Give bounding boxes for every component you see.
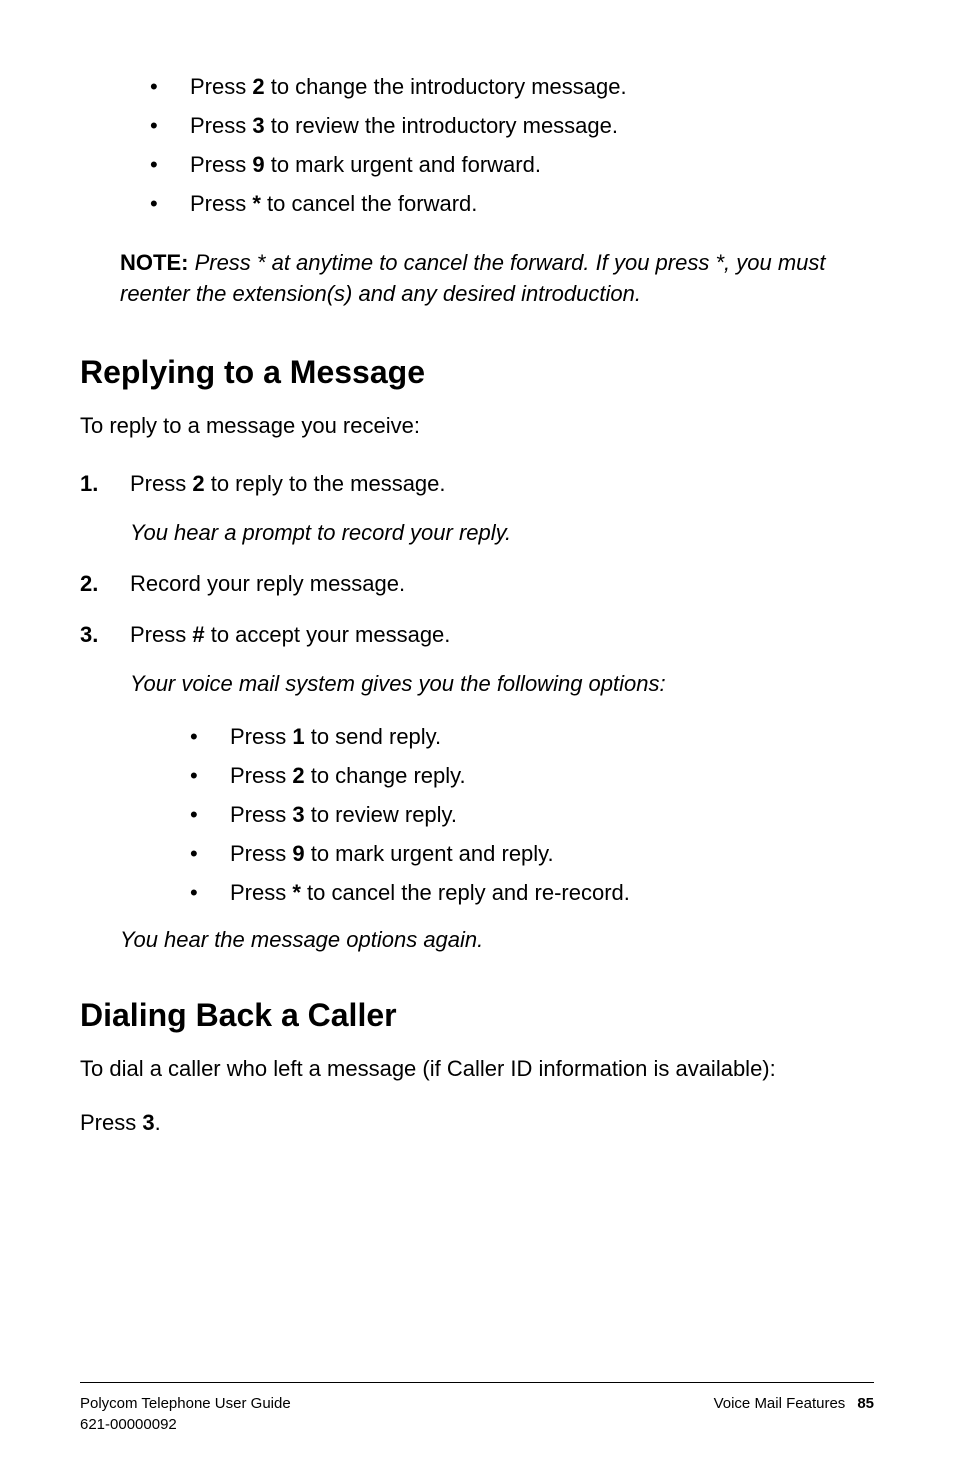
bullet-prefix: Press (230, 841, 292, 866)
step-italic: You hear a prompt to record your reply. (130, 516, 874, 549)
list-item: Press 1 to send reply. (190, 720, 874, 753)
list-item: 1. Press 2 to reply to the message. You … (80, 467, 874, 549)
bullet-key: 9 (252, 152, 264, 177)
list-item: Press * to cancel the forward. (150, 187, 874, 220)
list-item: Press 9 to mark urgent and reply. (190, 837, 874, 870)
footer-doc-number: 621-00000092 (80, 1414, 291, 1435)
list-item: Press 2 to change reply. (190, 759, 874, 792)
bullet-prefix: Press (230, 724, 292, 749)
bullet-key: 1 (292, 724, 304, 749)
list-item: Press 2 to change the introductory messa… (150, 70, 874, 103)
body-suffix: . (155, 1110, 161, 1135)
step-suffix: to accept your message. (205, 622, 451, 647)
bullet-prefix: Press (230, 802, 292, 827)
step-number: 1. (80, 467, 98, 500)
section-heading-replying: Replying to a Message (80, 354, 874, 391)
bullet-prefix: Press (190, 113, 252, 138)
section-heading-dialing: Dialing Back a Caller (80, 997, 874, 1034)
top-bullet-list: Press 2 to change the introductory messa… (150, 70, 874, 220)
bullet-key: * (252, 191, 261, 216)
bullet-suffix: to change reply. (305, 763, 466, 788)
list-item: Press 3 to review the introductory messa… (150, 109, 874, 142)
bullet-suffix: to send reply. (305, 724, 442, 749)
step-number: 3. (80, 618, 98, 651)
press-3-line: Press 3. (80, 1110, 874, 1136)
bullet-key: 9 (292, 841, 304, 866)
body-key: 3 (142, 1110, 154, 1135)
footer-page-number: 85 (857, 1395, 874, 1412)
bullet-prefix: Press (190, 152, 252, 177)
after-bullets-italic: You hear the message options again. (120, 927, 874, 953)
note-block: NOTE: Press * at anytime to cancel the f… (120, 248, 874, 310)
page-footer: Polycom Telephone User Guide 621-0000009… (80, 1382, 874, 1435)
step-italic: Your voice mail system gives you the fol… (130, 667, 874, 700)
list-item: Press 9 to mark urgent and forward. (150, 148, 874, 181)
step-text: Record your reply message. (130, 571, 405, 596)
bullet-key: 3 (252, 113, 264, 138)
reply-options-list: Press 1 to send reply. Press 2 to change… (190, 720, 874, 909)
body-prefix: Press (80, 1110, 142, 1135)
footer-chapter: Voice Mail Features (714, 1395, 846, 1412)
bullet-prefix: Press (230, 880, 292, 905)
step-prefix: Press (130, 471, 192, 496)
bullet-suffix: to mark urgent and reply. (305, 841, 554, 866)
bullet-suffix: to cancel the reply and re-record. (301, 880, 630, 905)
note-body: Press * at anytime to cancel the forward… (120, 250, 826, 306)
step-number: 2. (80, 567, 98, 600)
footer-right: Voice Mail Features 85 (714, 1393, 874, 1435)
list-item: Press * to cancel the reply and re-recor… (190, 876, 874, 909)
bullet-suffix: to mark urgent and forward. (265, 152, 541, 177)
step-key: 2 (192, 471, 204, 496)
list-item: 3. Press # to accept your message. Your … (80, 618, 874, 909)
step-key: # (192, 622, 204, 647)
bullet-suffix: to cancel the forward. (261, 191, 477, 216)
list-item: 2. Record your reply message. (80, 567, 874, 600)
step-prefix: Press (130, 622, 192, 647)
bullet-suffix: to change the introductory message. (265, 74, 627, 99)
bullet-key: 2 (252, 74, 264, 99)
footer-left: Polycom Telephone User Guide 621-0000009… (80, 1393, 291, 1435)
bullet-prefix: Press (190, 191, 252, 216)
bullet-key: 3 (292, 802, 304, 827)
bullet-key: * (292, 880, 301, 905)
reply-steps-list: 1. Press 2 to reply to the message. You … (80, 467, 874, 909)
bullet-suffix: to review the introductory message. (265, 113, 618, 138)
bullet-prefix: Press (190, 74, 252, 99)
bullet-key: 2 (292, 763, 304, 788)
list-item: Press 3 to review reply. (190, 798, 874, 831)
note-label: NOTE: (120, 250, 188, 275)
bullet-prefix: Press (230, 763, 292, 788)
footer-guide-title: Polycom Telephone User Guide (80, 1393, 291, 1414)
section-intro: To reply to a message you receive: (80, 413, 874, 439)
section-intro: To dial a caller who left a message (if … (80, 1056, 874, 1082)
bullet-suffix: to review reply. (305, 802, 457, 827)
step-suffix: to reply to the message. (205, 471, 446, 496)
